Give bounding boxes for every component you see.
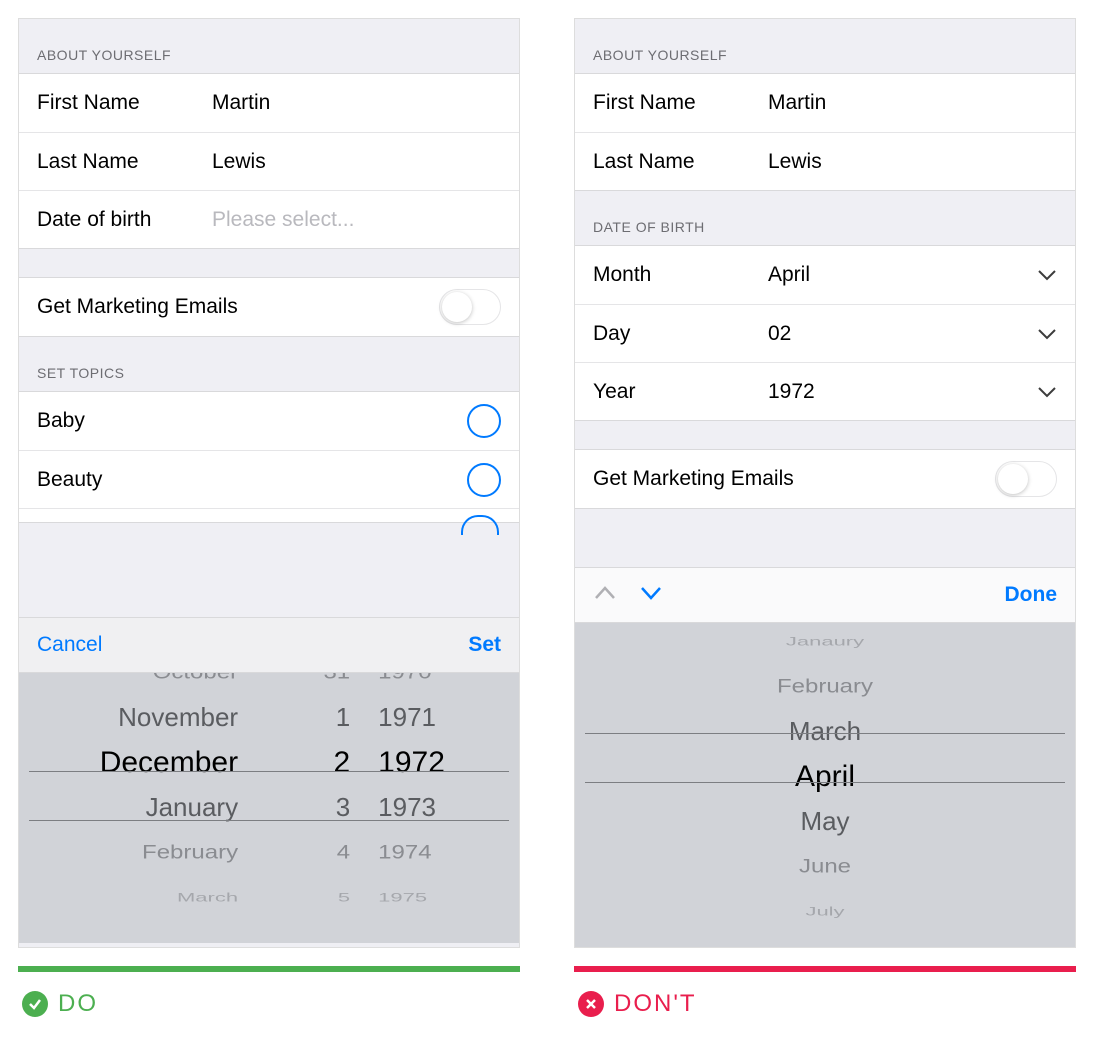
marketing-label: Get Marketing Emails <box>37 295 238 319</box>
marketing-list: Get Marketing Emails <box>575 449 1075 509</box>
about-header: ABOUT YOURSELF <box>19 19 519 73</box>
do-label: DO <box>58 990 98 1018</box>
next-field-button[interactable] <box>639 585 663 606</box>
last-name-value: Lewis <box>768 150 822 174</box>
last-name-row[interactable]: Last Name Lewis <box>575 132 1075 190</box>
topic-row-peek <box>19 508 519 522</box>
picker-toolbar: Cancel Set <box>19 617 519 673</box>
chevron-down-icon <box>1037 269 1057 281</box>
month-wheel[interactable]: September October November December Janu… <box>19 673 264 875</box>
about-header: ABOUT YOURSELF <box>575 19 1075 73</box>
dont-label: DON'T <box>614 990 697 1018</box>
marketing-list: Get Marketing Emails <box>19 277 519 337</box>
day-value: 02 <box>768 322 791 346</box>
marketing-row[interactable]: Get Marketing Emails <box>19 278 519 336</box>
year-label: Year <box>593 380 768 404</box>
first-name-row[interactable]: First Name Martin <box>575 74 1075 132</box>
marketing-toggle[interactable] <box>439 289 501 325</box>
first-name-label: First Name <box>593 91 768 115</box>
month-row[interactable]: Month April <box>575 246 1075 304</box>
month-wheel[interactable]: Janaury February March April May June Ju… <box>575 623 1075 944</box>
chevron-down-icon <box>1037 386 1057 398</box>
last-name-value: Lewis <box>212 150 266 174</box>
set-button[interactable]: Set <box>468 633 501 657</box>
topic-label: Beauty <box>37 468 102 492</box>
about-list: First Name Martin Last Name Lewis <box>575 73 1075 191</box>
first-name-value: Martin <box>212 91 270 115</box>
year-wheel[interactable]: 1969 1970 1971 1972 1973 1974 1975 <box>360 673 519 875</box>
dob-label: Date of birth <box>37 208 212 232</box>
dob-placeholder: Please select... <box>212 208 354 232</box>
day-label: Day <box>593 322 768 346</box>
picker-toolbar: Done <box>575 567 1075 623</box>
do-panel: ABOUT YOURSELF First Name Martin Last Na… <box>18 18 520 948</box>
year-row[interactable]: Year 1972 <box>575 362 1075 420</box>
topic-row-beauty[interactable]: Beauty <box>19 450 519 508</box>
date-picker[interactable]: September October November December Janu… <box>19 673 519 943</box>
day-wheel[interactable]: 30 31 1 2 3 4 5 <box>264 673 360 875</box>
marketing-label: Get Marketing Emails <box>593 467 794 491</box>
marketing-row[interactable]: Get Marketing Emails <box>575 450 1075 508</box>
topic-label: Baby <box>37 409 85 433</box>
radio-unchecked-icon[interactable] <box>467 463 501 497</box>
x-circle-icon <box>578 991 604 1017</box>
do-caption: DO <box>18 966 520 1024</box>
chevron-down-icon <box>1037 328 1057 340</box>
prev-field-button[interactable] <box>593 585 617 606</box>
month-label: Month <box>593 263 768 287</box>
month-picker[interactable]: Janaury February March April May June Ju… <box>575 623 1075 948</box>
radio-unchecked-icon[interactable] <box>467 404 501 438</box>
first-name-value: Martin <box>768 91 826 115</box>
about-list: First Name Martin Last Name Lewis Date o… <box>19 73 519 249</box>
last-name-label: Last Name <box>37 150 212 174</box>
topics-list: Baby Beauty <box>19 391 519 523</box>
marketing-toggle[interactable] <box>995 461 1057 497</box>
dob-header: DATE OF BIRTH <box>575 191 1075 245</box>
first-name-row[interactable]: First Name Martin <box>19 74 519 132</box>
cancel-button[interactable]: Cancel <box>37 633 102 657</box>
day-row[interactable]: Day 02 <box>575 304 1075 362</box>
done-button[interactable]: Done <box>1005 583 1058 607</box>
dont-panel: ABOUT YOURSELF First Name Martin Last Na… <box>574 18 1076 948</box>
dob-list: Month April Day 02 Year 1972 <box>575 245 1075 421</box>
topics-header: SET TOPICS <box>19 337 519 391</box>
last-name-row[interactable]: Last Name Lewis <box>19 132 519 190</box>
first-name-label: First Name <box>37 91 212 115</box>
dont-caption: DON'T <box>574 966 1076 1024</box>
month-value: April <box>768 263 810 287</box>
dob-row[interactable]: Date of birth Please select... <box>19 190 519 248</box>
topic-row-baby[interactable]: Baby <box>19 392 519 450</box>
check-circle-icon <box>22 991 48 1017</box>
last-name-label: Last Name <box>593 150 768 174</box>
year-value: 1972 <box>768 380 815 404</box>
